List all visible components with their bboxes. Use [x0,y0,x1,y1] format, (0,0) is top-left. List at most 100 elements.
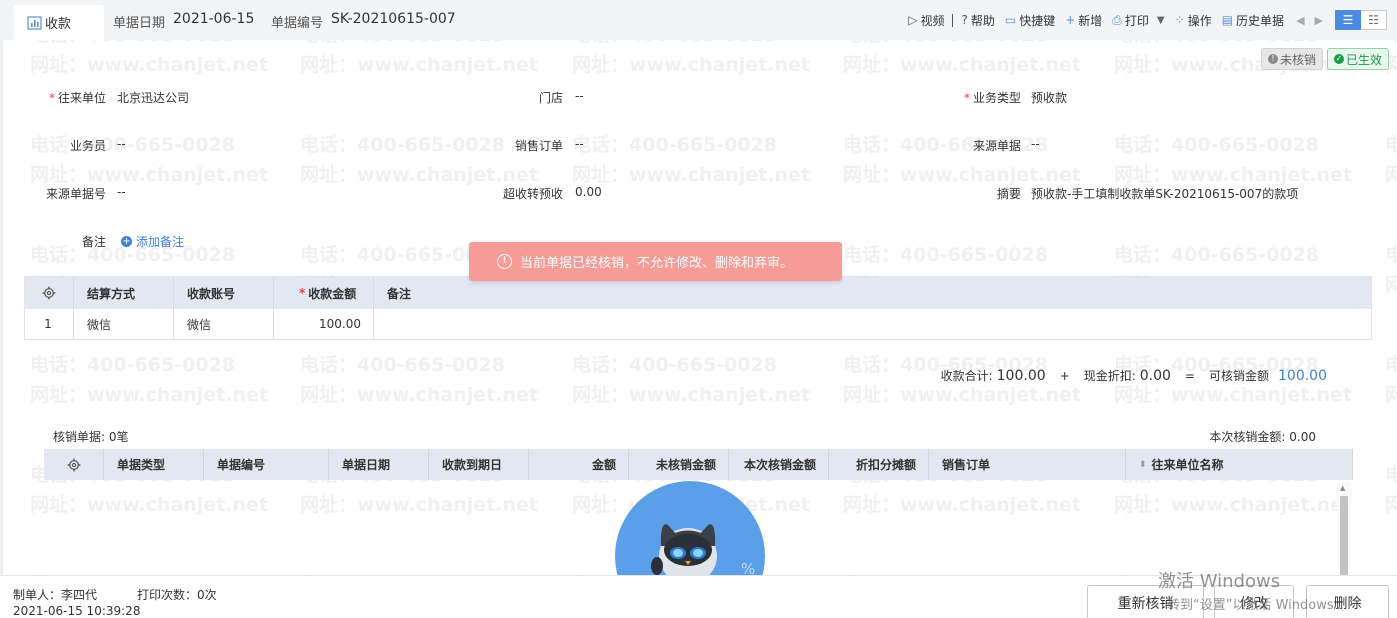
partner-field: * 往来单位 北京迅达公司 [0,89,400,107]
plus-circle-icon: + [121,236,132,247]
doc-no-label: 单据编号 [271,16,324,31]
check-icon: ✓ [1333,54,1344,64]
chevron-down-icon[interactable]: ▼ [1157,15,1165,26]
salesman-label: 业务员 [69,139,106,153]
header-sales-order: 销售订单 [929,449,1126,480]
card-view-button[interactable]: ☷ [1361,10,1387,30]
partner-label: * 往来单位 [48,91,106,105]
status-badges: ! 未核销 ✓ 已生效 [1260,48,1389,70]
summary-field: 摘要 预收款-手工填制收款单SK-20210615-007的款项 [900,185,1350,203]
previous-arrow-icon[interactable]: ◀ [1296,14,1304,27]
chart-icon [27,15,42,30]
remark-cell[interactable] [374,309,1371,339]
header-due-date: 收款到期日 [429,449,529,480]
print-button[interactable]: ⎙ 打印 ▼ [1112,12,1164,29]
biz-type-label: * 业务类型 [963,91,1021,105]
header-amount-text: 收款金额 [308,286,357,301]
help-button[interactable]: ? 帮助 [961,12,994,29]
list-view-button[interactable]: ☰ [1335,10,1361,30]
svg-text:%: % [741,560,755,576]
partner-label-text: 往来单位 [57,91,106,105]
plus-operator: + [1059,369,1070,383]
settle-method-cell[interactable]: 微信 [74,309,174,339]
history-button[interactable]: ▤ 历史单据 [1222,12,1284,29]
header-partner-name[interactable]: ⬍ 往来单位名称 [1126,449,1353,480]
header-remark: 备注 [387,286,412,301]
store-label: 门店 [538,91,563,105]
table-row[interactable]: 1 微信 微信 100.00 [25,309,1371,339]
writeoff-count: 核销单据: 0笔 [53,430,129,444]
header-amount: * 收款金额 [274,277,374,309]
vertical-scrollbar[interactable]: ▲ [1337,482,1351,577]
receipt-total-value: 100.00 [996,368,1046,384]
add-remark-button[interactable]: + 添加备注 [121,233,184,250]
store-value[interactable]: -- [575,89,584,103]
toast-message: 当前单据已经核销，不允许修改、删除和弃审。 [520,256,794,271]
header-unverified-amount: 未核销金额 [629,449,729,480]
header-doc-type: 单据类型 [104,449,204,480]
toolbar-divider [952,13,954,27]
tab-receipt-label: 收款 [45,17,72,32]
print-count-info: 打印次数：0次 [137,588,217,602]
source-no-value[interactable]: -- [117,185,126,199]
shortcut-label: 快捷键 [1019,13,1056,28]
document-icon: ▤ [1221,13,1234,27]
printer-icon: ⎙ [1112,12,1122,27]
settlement-table: 结算方式 收款账号 * 收款金额 备注 1 微信 微信 100.00 [24,276,1372,340]
tab-receipt[interactable]: 收款 [14,5,104,40]
writeoff-column-settings[interactable] [44,449,104,480]
video-label: 视频 [920,13,945,28]
keyboard-icon: ▭ [1004,13,1017,27]
sales-order-value[interactable]: -- [575,137,584,151]
cash-discount-label: 现金折扣: [1083,369,1136,383]
sales-order-label: 销售订单 [514,139,563,153]
scroll-thumb[interactable] [1340,496,1348,576]
totals-line: 收款合计: 100.00 + 现金折扣: 0.00 = 可核销金额 100.00 [941,367,1327,384]
plus-icon: + [1065,13,1076,27]
account-cell[interactable]: 微信 [174,309,274,339]
source-doc-label: 来源单据 [972,139,1021,153]
doc-date-label: 单据日期 [113,16,166,31]
column-settings-icon[interactable] [25,277,74,309]
row-index: 1 [25,309,74,339]
store-field: 门店 -- [400,89,800,107]
summary-label: 摘要 [996,187,1021,201]
creator-info: 制单人：李四代 [13,588,98,602]
add-button[interactable]: + 新增 [1065,12,1102,29]
shortcut-button[interactable]: ▭ 快捷键 [1005,12,1055,29]
header-settle-method: 结算方式 [74,277,174,309]
operate-button[interactable]: ⁘ 操作 [1175,12,1212,29]
writeoff-available-value: 100.00 [1278,368,1327,384]
print-label: 打印 [1124,13,1149,28]
partner-value[interactable]: 北京迅达公司 [117,89,189,106]
operate-label: 操作 [1187,13,1212,28]
source-doc-value[interactable]: -- [1031,137,1040,151]
help-label: 帮助 [970,13,995,28]
toolbar: ▷ 视频 ? 帮助 ▭ 快捷键 + 新增 ⎙ 打印 ▼ ⁘ 操作 ▤ 历史单据 … [898,10,1387,30]
summary-value[interactable]: 预收款-手工填制收款单SK-20210615-007的款项 [1031,185,1298,202]
exclamation-icon: ! [497,254,512,269]
salesman-value[interactable]: -- [117,137,126,151]
play-icon: ▷ [908,13,918,27]
sort-icon[interactable]: ⬍ [1139,460,1147,470]
amount-cell[interactable]: 100.00 [274,309,374,339]
video-button[interactable]: ▷ 视频 [908,12,944,29]
remark-label: 备注 [81,235,106,249]
scroll-up-arrow-icon[interactable]: ▲ [1340,484,1345,492]
biz-type-value[interactable]: 预收款 [1031,89,1067,106]
overpay-value[interactable]: 0.00 [575,185,602,199]
doc-no-value: SK-20210615-007 [331,11,456,27]
next-arrow-icon[interactable]: ▶ [1315,14,1323,27]
effective-badge: ✓ 已生效 [1326,48,1389,70]
info-icon: ! [1267,54,1278,64]
created-time: 2021-06-15 10:39:28 [13,604,141,618]
biz-type-label-text: 业务类型 [972,91,1021,105]
biz-type-field: * 业务类型 预收款 [900,89,1350,107]
card-icon: ☷ [1368,13,1379,27]
windows-activation-title: 激活 Windows [1158,571,1281,592]
receipt-total-label: 收款合计: [940,369,993,383]
equals-operator: = [1184,369,1195,383]
help-icon: ? [961,13,968,27]
cash-discount-value: 0.00 [1139,368,1171,384]
history-label: 历史单据 [1236,13,1285,28]
